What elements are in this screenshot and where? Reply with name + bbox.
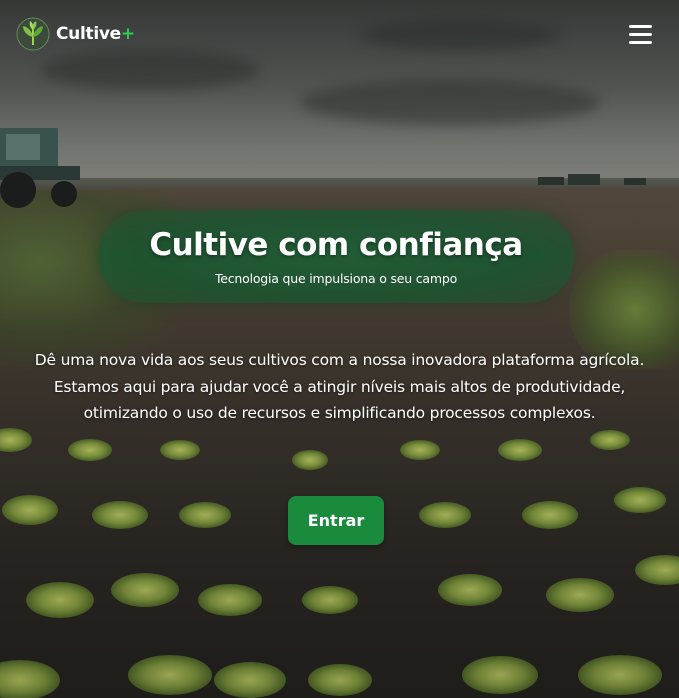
hamburger-menu-button[interactable] — [626, 22, 656, 46]
logo-plus: + — [120, 24, 136, 44]
headline-pill: Cultive com confiança Tecnologia que imp… — [98, 210, 574, 303]
hamburger-menu-icon-bar — [629, 33, 652, 36]
hero-subtitle: Tecnologia que impulsiona o seu campo — [214, 271, 458, 286]
hamburger-menu-icon-bar — [629, 25, 652, 28]
logo-text: Cultive — [56, 24, 121, 44]
enter-button[interactable]: Entrar — [288, 496, 384, 545]
hero-section: Cultive + Cultive com confiança Tecnologi… — [0, 0, 679, 698]
logo[interactable]: Cultive + — [16, 17, 135, 51]
hero-description: Dê uma nova vida aos seus cultivos com a… — [34, 351, 645, 422]
navbar: Cultive + — [0, 0, 679, 68]
sprout-leaf-icon — [16, 17, 50, 51]
hamburger-menu-icon-bar — [629, 41, 652, 44]
hero-title: Cultive com confiança — [149, 227, 523, 263]
